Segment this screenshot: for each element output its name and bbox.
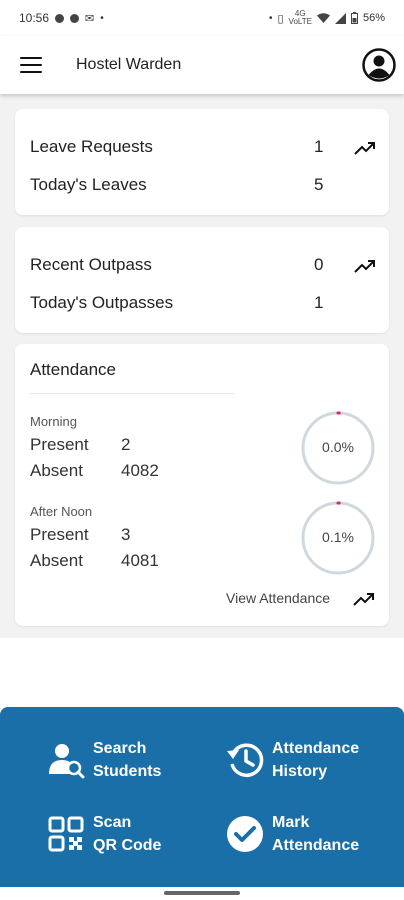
attendance-history-label-1: Attendance [272, 740, 360, 757]
search-students-label-2: Students [93, 763, 162, 780]
leave-requests-row[interactable]: Leave Requests 1 [30, 137, 376, 161]
app-notification-icon [70, 13, 80, 23]
trending-up-icon[interactable] [354, 257, 376, 275]
search-students-icon [46, 740, 86, 780]
battery-icon [350, 12, 358, 24]
morning-label: Morning [30, 414, 77, 429]
menu-icon[interactable] [20, 57, 42, 73]
network-type: 4G VoLTE [288, 9, 312, 26]
status-bar: 10:56 ✉ • • ▯ 4G VoLTE 56% [0, 0, 404, 36]
recent-outpass-label: Recent Outpass [30, 255, 152, 274]
todays-outpasses-value: 1 [314, 293, 324, 312]
app-title: Hostel Warden [76, 56, 182, 73]
afternoon-label: After Noon [30, 504, 93, 519]
morning-absent-label: Absent [30, 461, 83, 480]
trending-up-icon[interactable] [353, 590, 375, 608]
search-students-button[interactable]: Search Students [46, 737, 161, 783]
outpass-summary-card[interactable]: Recent Outpass 0 Today's Outpasses 1 [15, 227, 389, 333]
afternoon-absent-value: 4081 [121, 551, 159, 570]
dot-icon: • [268, 12, 273, 24]
afternoon-present-value: 3 [121, 525, 131, 544]
scan-qr-label-2: QR Code [93, 837, 162, 854]
afternoon-present-label: Present [30, 525, 89, 544]
mark-attendance-label-1: Mark [272, 814, 310, 831]
leave-summary-card[interactable]: Leave Requests 1 Today's Leaves 5 [15, 109, 389, 215]
recent-outpass-row[interactable]: Recent Outpass 0 [30, 255, 376, 279]
search-students-label-1: Search [93, 740, 147, 757]
system-nav-bar [0, 887, 404, 900]
qr-code-icon [46, 814, 86, 854]
leave-requests-value: 1 [314, 137, 324, 156]
todays-leaves-label: Today's Leaves [30, 175, 147, 194]
quick-actions-panel: Search Students Attendance History Scan … [0, 707, 404, 887]
attendance-title: Attendance [30, 360, 117, 379]
vibrate-icon: ▯ [277, 12, 284, 25]
mail-icon: ✉ [85, 12, 95, 25]
afternoon-percent: 0.1% [322, 529, 354, 545]
home-gesture-handle[interactable] [164, 891, 240, 895]
check-circle-icon [225, 814, 265, 854]
status-time: 10:56 [19, 11, 50, 25]
morning-percent: 0.0% [322, 439, 354, 455]
morning-absent-value: 4082 [121, 461, 159, 480]
divider [30, 393, 234, 394]
profile-avatar-icon[interactable] [362, 48, 396, 82]
more-notifications-icon: • [100, 12, 104, 24]
morning-present-value: 2 [121, 435, 131, 454]
wifi-icon [316, 12, 330, 23]
attendance-card: Attendance Morning Present 2 Absent 4082… [15, 344, 389, 626]
morning-present-label: Present [30, 435, 89, 454]
view-attendance-link[interactable]: View Attendance [226, 590, 330, 606]
signal-icon [334, 12, 346, 24]
trending-up-icon[interactable] [354, 139, 376, 157]
mark-attendance-label-2: Attendance [272, 837, 360, 854]
notification-icon [55, 13, 65, 23]
recent-outpass-value: 0 [314, 255, 324, 274]
scan-qr-button[interactable]: Scan QR Code [46, 811, 161, 857]
todays-leaves-value: 5 [314, 175, 324, 194]
afternoon-absent-label: Absent [30, 551, 83, 570]
app-bar: Hostel Warden [0, 36, 404, 94]
attendance-history-button[interactable]: Attendance History [225, 737, 359, 783]
battery-level: 56% [362, 12, 385, 24]
todays-outpasses-row: Today's Outpasses 1 [30, 293, 374, 317]
scan-qr-label-1: Scan [93, 814, 132, 831]
todays-leaves-row: Today's Leaves 5 [30, 175, 374, 199]
mark-attendance-button[interactable]: Mark Attendance [225, 811, 359, 857]
attendance-history-label-2: History [272, 763, 328, 780]
dashboard-content: Leave Requests 1 Today's Leaves 5 Recent… [0, 94, 404, 638]
todays-outpasses-label: Today's Outpasses [30, 293, 174, 312]
history-icon [225, 740, 265, 780]
leave-requests-label: Leave Requests [30, 137, 153, 156]
